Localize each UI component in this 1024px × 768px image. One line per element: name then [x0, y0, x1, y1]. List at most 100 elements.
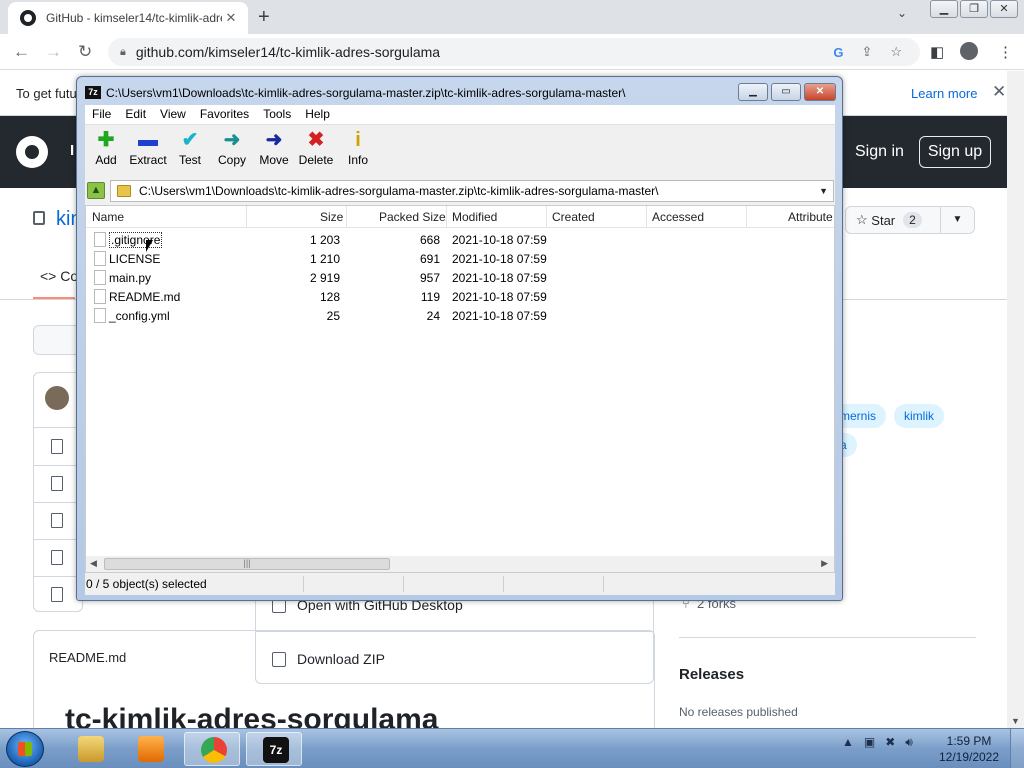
file-modified: 2021-10-18 07:59: [452, 252, 547, 266]
show-desktop-button[interactable]: [1010, 729, 1024, 768]
col-accessed[interactable]: Accessed: [652, 210, 704, 224]
tool-label: Move: [259, 153, 289, 167]
col-divider[interactable]: [646, 206, 647, 228]
browser-tab[interactable]: GitHub - kimseler14/tc-kimlik-adres-sorg…: [8, 2, 248, 34]
file-size: 1 203: [309, 233, 340, 247]
col-divider[interactable]: [346, 206, 347, 228]
path-dropdown-icon[interactable]: ▼: [819, 186, 828, 196]
col-name[interactable]: Name: [92, 210, 124, 224]
close-window-icon[interactable]: ✕: [990, 0, 1018, 18]
col-modified[interactable]: Modified: [452, 210, 497, 224]
sz-close-icon[interactable]: ✕: [804, 83, 836, 101]
github-logo-icon[interactable]: [16, 136, 48, 168]
taskbar-media-player[interactable]: [122, 732, 178, 766]
tab-search-chevron-icon[interactable]: ⌄: [897, 6, 907, 20]
file-row[interactable]: README.md 128 119 2021-10-18 07:59: [86, 287, 834, 306]
scroll-down-icon[interactable]: ▼: [1011, 716, 1020, 726]
address-bar[interactable]: 🔒︎ github.com/kimseler14/tc-kimlik-adres…: [108, 38, 920, 66]
tool-add-button[interactable]: ✚ Add: [85, 127, 127, 177]
topic-tag[interactable]: kimlik: [894, 404, 944, 428]
sign-in-link[interactable]: Sign in: [855, 143, 904, 161]
forward-icon[interactable]: →: [45, 42, 62, 62]
col-packed-size[interactable]: Packed Size: [379, 210, 446, 224]
up-folder-icon[interactable]: ▲: [87, 182, 105, 199]
col-size[interactable]: Size: [320, 210, 343, 224]
sign-up-button[interactable]: Sign up: [919, 136, 991, 168]
tab-close-icon[interactable]: ✕: [222, 10, 240, 26]
tool-copy-button[interactable]: ➜ Copy: [211, 127, 253, 177]
profile-icon[interactable]: [960, 42, 978, 60]
sevenzip-titlebar[interactable]: 7z C:\Users\vm1\Downloads\tc-kimlik-adre…: [77, 77, 842, 105]
taskbar: 7z ▲ ▣ ✖ 🔊︎ 1:59 PM 12/19/2022: [0, 728, 1024, 768]
file-packed-size: 24: [426, 309, 440, 323]
file-modified: 2021-10-18 07:59: [452, 290, 547, 304]
tool-extract-button[interactable]: ▬ Extract: [127, 127, 169, 177]
col-divider[interactable]: [446, 206, 447, 228]
col-attributes[interactable]: Attribute: [788, 210, 833, 224]
star-button[interactable]: ☆ Star 2 ▼: [845, 206, 975, 234]
taskbar-explorer[interactable]: [62, 732, 118, 766]
file-size: 1 210: [309, 252, 340, 266]
system-tray[interactable]: ▲ ▣ ✖ 🔊︎: [842, 735, 913, 750]
minimize-icon[interactable]: ▁: [930, 0, 958, 18]
menu-favorites[interactable]: Favorites: [193, 105, 256, 124]
col-created[interactable]: Created: [552, 210, 595, 224]
menu-file[interactable]: File: [85, 105, 118, 124]
path-combobox[interactable]: C:\Users\vm1\Downloads\tc-kimlik-adres-s…: [110, 180, 834, 202]
media-player-icon: [138, 736, 164, 762]
learn-more-link[interactable]: Learn more: [911, 86, 977, 101]
sz-maximize-icon[interactable]: ▭: [771, 83, 801, 101]
banner-close-icon[interactable]: ✕: [992, 82, 1006, 102]
menu-help[interactable]: Help: [298, 105, 337, 124]
no-releases-text: No releases published: [679, 705, 798, 719]
test-icon: ✔: [181, 129, 199, 151]
taskbar-7zip[interactable]: 7z: [246, 732, 302, 766]
google-icon[interactable]: G: [833, 45, 843, 60]
restore-icon[interactable]: ❐: [960, 0, 988, 18]
bookmark-star-icon[interactable]: ☆: [890, 44, 902, 60]
releases-heading[interactable]: Releases: [679, 666, 744, 683]
extract-icon: ▬: [138, 129, 158, 151]
back-icon[interactable]: ←: [13, 42, 30, 62]
scroll-right-icon[interactable]: ▶: [821, 558, 828, 569]
menu-kebab-icon[interactable]: ⋮: [998, 43, 1013, 61]
file-row[interactable]: .gitignore 1 203 668 2021-10-18 07:59: [86, 230, 834, 249]
tab-title: GitHub - kimseler14/tc-kimlik-adres-sorg…: [46, 11, 222, 25]
row-divider: [34, 427, 82, 428]
page-scrollbar[interactable]: ▼: [1007, 71, 1024, 728]
file-list[interactable]: Name Size Packed Size Modified Created A…: [85, 205, 835, 573]
share-icon[interactable]: ⇪: [861, 44, 872, 60]
star-dropdown-icon[interactable]: ▼: [940, 207, 974, 233]
branch-button[interactable]: [33, 325, 81, 355]
col-divider[interactable]: [546, 206, 547, 228]
sevenzip-toolbar: ✚ Add ▬ Extract ✔ Test ➜ Copy ➜ Move ✖ Delete i Info: [85, 127, 835, 177]
scroll-left-icon[interactable]: ◀: [90, 558, 97, 569]
tool-info-button[interactable]: i Info: [337, 127, 379, 177]
tool-test-button[interactable]: ✔ Test: [169, 127, 211, 177]
file-row[interactable]: _config.yml 25 24 2021-10-18 07:59: [86, 306, 834, 325]
taskbar-chrome[interactable]: [184, 732, 240, 766]
menu-tools[interactable]: Tools: [256, 105, 298, 124]
menu-view[interactable]: View: [153, 105, 193, 124]
reload-icon[interactable]: ↻: [78, 42, 92, 62]
lock-icon[interactable]: 🔒︎: [120, 46, 126, 59]
horizontal-scrollbar[interactable]: ◀ ||| ▶: [86, 556, 834, 572]
file-row[interactable]: LICENSE 1 210 691 2021-10-18 07:59: [86, 249, 834, 268]
new-tab-icon[interactable]: +: [258, 6, 270, 29]
sz-minimize-icon[interactable]: ▁: [738, 83, 768, 101]
menu-edit[interactable]: Edit: [118, 105, 153, 124]
clock[interactable]: 1:59 PM 12/19/2022: [935, 733, 1003, 765]
status-text: 0 / 5 object(s) selected: [86, 577, 207, 591]
avatar[interactable]: [45, 386, 69, 410]
tab-code[interactable]: <> Co: [40, 268, 78, 284]
col-divider[interactable]: [746, 206, 747, 228]
scroll-thumb[interactable]: |||: [104, 558, 390, 570]
file-row[interactable]: main.py 2 919 957 2021-10-18 07:59: [86, 268, 834, 287]
tool-move-button[interactable]: ➜ Move: [253, 127, 295, 177]
side-panel-icon[interactable]: ◧: [930, 43, 944, 61]
start-button[interactable]: [6, 731, 44, 767]
readme-label[interactable]: README.md: [49, 650, 126, 665]
tool-delete-button[interactable]: ✖ Delete: [295, 127, 337, 177]
chrome-icon: [201, 737, 227, 763]
col-divider[interactable]: [246, 206, 247, 228]
